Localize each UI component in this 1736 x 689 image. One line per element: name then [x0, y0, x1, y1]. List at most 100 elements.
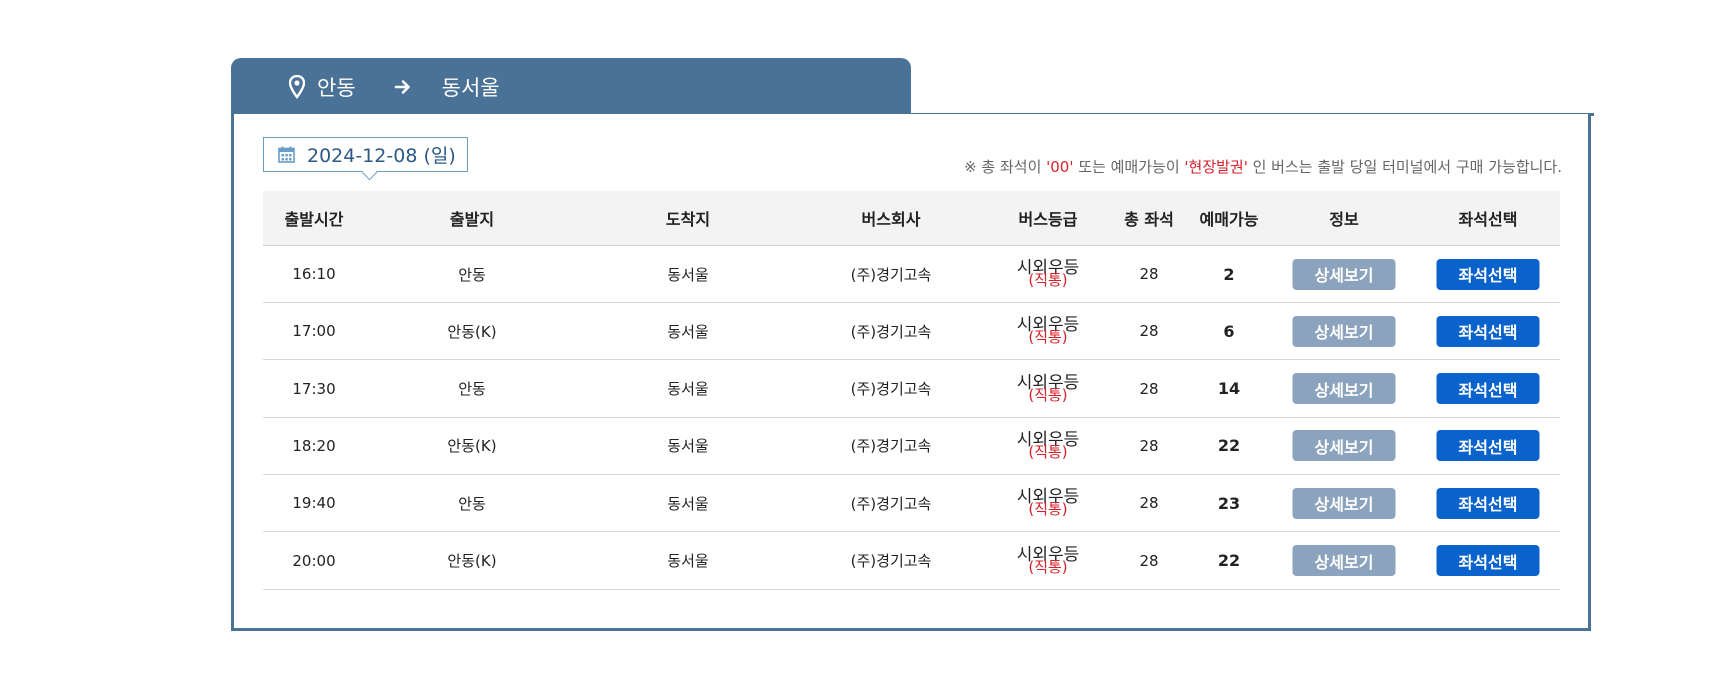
detail-button[interactable]: 상세보기 — [1292, 430, 1396, 462]
cell-arrival: 동서울 — [667, 380, 709, 399]
arrow-right-icon — [394, 78, 412, 96]
cell-departure-time: 17:00 — [292, 322, 336, 341]
bus-grade-note: (직통) — [1028, 500, 1068, 519]
date-text: 2024-12-08 (일) — [307, 145, 456, 167]
table-row: 19:40 안동 동서울 (주)경기고속 시외우등 (직통) 28 23 상세보기 좌석선택 — [263, 475, 1560, 533]
cell-bus-grade: 시외우등 (직통) — [1017, 475, 1080, 531]
cell-seat-select: 좌석선택 — [1436, 246, 1540, 302]
notice-highlight-seats: '00' — [1046, 158, 1074, 176]
cell-bus-grade: 시외우등 (직통) — [1017, 361, 1080, 417]
bus-grade-note: (직통) — [1028, 385, 1068, 404]
cell-arrival: 동서울 — [667, 322, 709, 341]
cell-bus-grade: 시외우등 (직통) — [1017, 418, 1080, 474]
route-header: 안동 동서울 — [231, 58, 911, 116]
cell-departure: 안동 — [458, 265, 486, 284]
col-header-company: 버스회사 — [861, 210, 921, 229]
cell-info: 상세보기 — [1292, 533, 1396, 589]
cell-total-seats: 28 — [1139, 379, 1159, 398]
detail-button[interactable]: 상세보기 — [1292, 545, 1396, 576]
cell-seat-select: 좌석선택 — [1436, 418, 1540, 474]
cell-bus-company: (주)경기고속 — [850, 552, 932, 570]
cell-departure-time: 17:30 — [292, 379, 336, 398]
col-header-available: 예매가능 — [1199, 210, 1259, 229]
cell-bus-company: (주)경기고속 — [850, 380, 932, 399]
cell-arrival: 동서울 — [667, 265, 709, 284]
detail-button[interactable]: 상세보기 — [1292, 258, 1396, 290]
cell-total-seats: 28 — [1139, 322, 1159, 341]
purchase-notice: ※ 총 좌석이 '00' 또는 예매가능이 '현장발권' 인 버스는 출발 당일… — [964, 156, 1562, 177]
notice-text-2: 또는 예매가능이 — [1073, 158, 1185, 176]
route-departure: 안동 — [317, 76, 356, 100]
cell-available-seats: 22 — [1217, 436, 1241, 456]
cell-bus-company: (주)경기고속 — [850, 437, 932, 456]
cell-available-seats: 6 — [1223, 321, 1235, 341]
cell-seat-select: 좌석선택 — [1436, 533, 1540, 589]
col-header-arrival: 도착지 — [665, 210, 711, 229]
cell-departure: 안동(K) — [447, 437, 497, 456]
cell-available-seats: 14 — [1217, 379, 1241, 399]
col-header-departure: 출발지 — [449, 210, 495, 229]
cell-arrival: 동서울 — [667, 437, 709, 456]
cell-bus-grade: 시외우등 (직통) — [1017, 246, 1080, 302]
cell-available-seats: 2 — [1223, 264, 1235, 284]
cell-departure: 안동(K) — [447, 552, 497, 570]
cell-departure: 안동 — [458, 494, 486, 513]
cell-departure: 안동 — [458, 380, 486, 399]
cell-departure-time: 19:40 — [292, 494, 336, 513]
table-row: 18:20 안동(K) 동서울 (주)경기고속 시외우등 (직통) 28 22 상세보기 좌석선택 — [263, 418, 1560, 475]
date-selector[interactable]: 2024-12-08 (일) — [263, 137, 468, 172]
cell-arrival: 동서울 — [667, 552, 709, 570]
seat-select-button[interactable]: 좌석선택 — [1436, 487, 1540, 519]
cell-bus-company: (주)경기고속 — [850, 265, 932, 284]
table-header: 출발시간 출발지 도착지 버스회사 버스등급 총 좌석 예매가능 정보 좌석선택 — [263, 191, 1560, 246]
detail-button[interactable]: 상세보기 — [1292, 315, 1396, 347]
cell-departure-time: 20:00 — [292, 551, 336, 570]
bus-grade-note: (직통) — [1028, 557, 1068, 576]
bus-grade-note: (직통) — [1028, 328, 1068, 347]
cell-info: 상세보기 — [1292, 475, 1396, 531]
cell-bus-grade: 시외우등 (직통) — [1017, 533, 1080, 589]
table-row: 20:00 안동(K) 동서울 (주)경기고속 시외우등 (직통) 28 22 상세보기 좌석선택 — [263, 533, 1560, 590]
cell-total-seats: 28 — [1139, 551, 1159, 570]
col-header-grade: 버스등급 — [1018, 210, 1078, 229]
notice-highlight-onsite: '현장발권' — [1184, 158, 1248, 176]
col-header-info: 정보 — [1329, 210, 1359, 229]
notice-text-3: 인 버스는 출발 당일 터미널에서 구매 가능합니다. — [1247, 158, 1562, 176]
cell-info: 상세보기 — [1292, 246, 1396, 302]
bus-grade-note: (직통) — [1028, 271, 1068, 289]
cell-seat-select: 좌석선택 — [1436, 303, 1540, 359]
col-header-seat-select: 좌석선택 — [1458, 210, 1518, 229]
cell-bus-company: (주)경기고속 — [850, 322, 932, 341]
cell-departure: 안동(K) — [447, 322, 497, 341]
cell-departure-time: 18:20 — [292, 436, 336, 455]
cell-available-seats: 23 — [1217, 493, 1241, 513]
seat-select-button[interactable]: 좌석선택 — [1436, 373, 1540, 405]
detail-button[interactable]: 상세보기 — [1292, 373, 1396, 405]
cell-seat-select: 좌석선택 — [1436, 475, 1540, 531]
cell-info: 상세보기 — [1292, 361, 1396, 417]
cell-departure-time: 16:10 — [292, 265, 336, 283]
table-row: 17:00 안동(K) 동서울 (주)경기고속 시외우등 (직통) 28 6 상세보기 좌석선택 — [263, 303, 1560, 361]
bus-grade-note: (직통) — [1028, 442, 1068, 461]
table-row: 16:10 안동 동서울 (주)경기고속 시외우등 (직통) 28 2 상세보기 좌석선택 — [263, 246, 1560, 303]
route-arrival: 동서울 — [441, 76, 500, 100]
cell-arrival: 동서울 — [667, 494, 709, 513]
cell-bus-grade: 시외우등 (직통) — [1017, 303, 1080, 359]
table-row: 17:30 안동 동서울 (주)경기고속 시외우등 (직통) 28 14 상세보기 좌석선택 — [263, 361, 1560, 418]
seat-select-button[interactable]: 좌석선택 — [1436, 545, 1540, 576]
cell-total-seats: 28 — [1139, 494, 1159, 513]
cell-total-seats: 28 — [1139, 265, 1159, 283]
col-header-total-seats: 총 좌석 — [1124, 210, 1174, 229]
map-pin-icon — [289, 75, 305, 99]
cell-info: 상세보기 — [1292, 303, 1396, 359]
notice-text-1: ※ 총 좌석이 — [964, 158, 1047, 176]
cell-seat-select: 좌석선택 — [1436, 361, 1540, 417]
seat-select-button[interactable]: 좌석선택 — [1436, 430, 1540, 462]
seat-select-button[interactable]: 좌석선택 — [1436, 315, 1540, 347]
cell-info: 상세보기 — [1292, 418, 1396, 474]
detail-button[interactable]: 상세보기 — [1292, 487, 1396, 519]
cell-total-seats: 28 — [1139, 436, 1159, 455]
seat-select-button[interactable]: 좌석선택 — [1436, 258, 1540, 290]
cell-bus-company: (주)경기고속 — [850, 494, 932, 513]
col-header-time: 출발시간 — [284, 210, 344, 229]
